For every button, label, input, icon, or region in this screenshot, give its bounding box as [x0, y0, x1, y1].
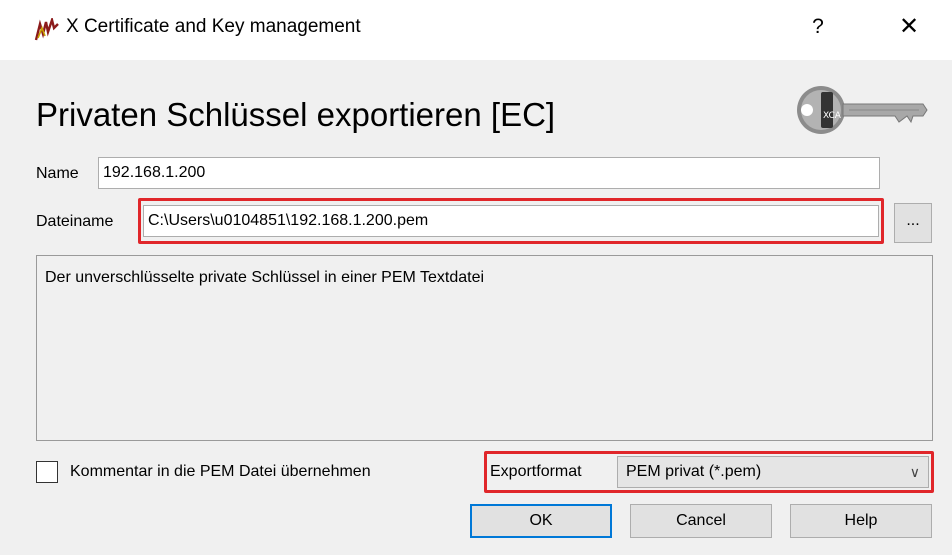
filename-label: Dateiname	[36, 213, 114, 230]
description-box: Der unverschlüsselte private Schlüssel i…	[36, 255, 933, 441]
page-title: Privaten Schlüssel exportieren [EC]	[36, 96, 556, 133]
exportformat-select[interactable]: PEM privat (*.pem) ∨	[617, 456, 929, 488]
title-bar: X Certificate and Key management ? ✕	[0, 0, 952, 60]
exportformat-label: Exportformat	[490, 463, 582, 480]
exportformat-value: PEM privat (*.pem)	[626, 463, 762, 480]
help-button[interactable]: Help	[790, 504, 932, 538]
svg-text:XCA: XCA	[823, 111, 842, 121]
comment-checkbox[interactable]	[36, 461, 58, 483]
browse-button[interactable]: ...	[894, 203, 932, 243]
close-icon[interactable]: ✕	[894, 12, 924, 42]
chevron-down-icon: ∨	[909, 464, 920, 480]
comment-checkbox-label[interactable]: Kommentar in die PEM Datei übernehmen	[70, 463, 371, 481]
cancel-button[interactable]: Cancel	[630, 504, 772, 538]
name-field[interactable]: 192.168.1.200	[98, 157, 880, 189]
name-label: Name	[36, 165, 79, 182]
window-help-button[interactable]: ?	[806, 12, 830, 42]
ok-button[interactable]: OK	[470, 504, 612, 538]
filename-field[interactable]: C:\Users\u0104851\192.168.1.200.pem	[143, 205, 879, 237]
window-title: X Certificate and Key management	[66, 16, 361, 37]
xca-app-icon	[34, 18, 59, 41]
key-icon: XCA	[797, 86, 928, 134]
